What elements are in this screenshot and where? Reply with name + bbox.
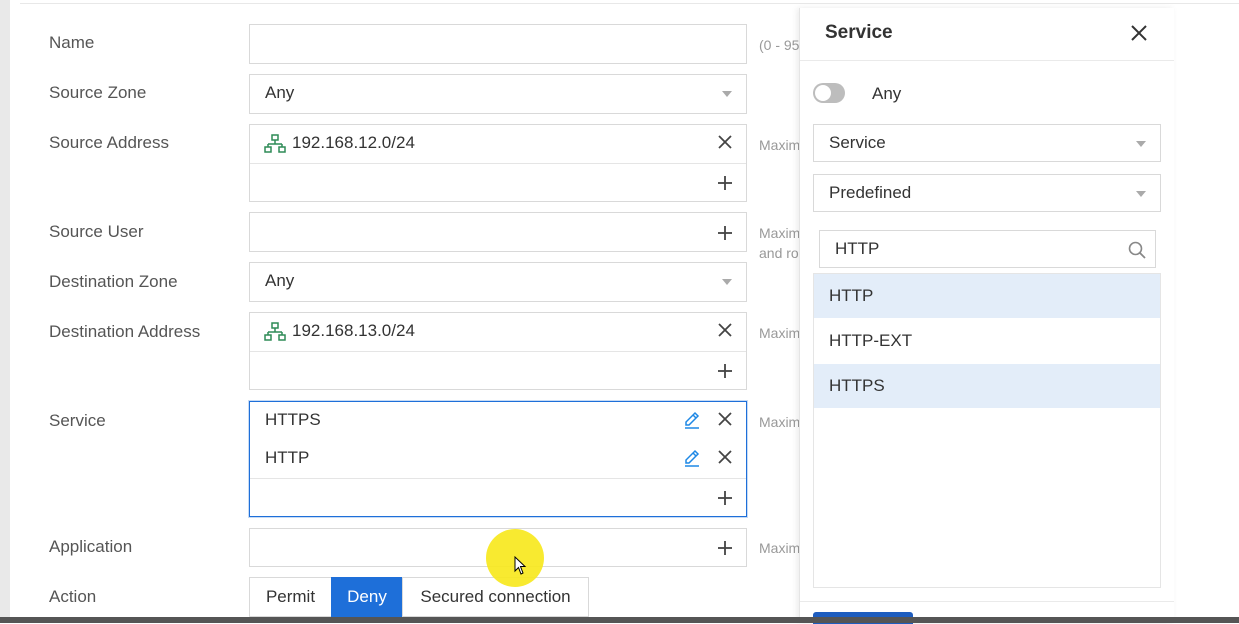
- service-results-list: HTTP HTTP-EXT HTTPS: [813, 273, 1161, 588]
- close-icon[interactable]: [716, 133, 734, 151]
- name-input[interactable]: [249, 24, 747, 64]
- name-label: Name: [49, 33, 95, 52]
- source-zone-value: Any: [265, 83, 295, 102]
- application-label: Application: [49, 537, 133, 556]
- service-label: Service: [49, 411, 106, 430]
- source-zone-label: Source Zone: [49, 83, 147, 102]
- service-search-input[interactable]: HTTP: [819, 230, 1156, 268]
- chevron-down-icon: [722, 279, 732, 285]
- source-address-add-row: [250, 163, 746, 202]
- action-deny-button[interactable]: Deny: [331, 577, 403, 617]
- service-search-value: HTTP: [835, 239, 880, 258]
- any-toggle[interactable]: [813, 83, 845, 103]
- application-hint: Maxim: [759, 540, 801, 556]
- plus-icon[interactable]: [716, 224, 734, 242]
- any-toggle-label: Any: [872, 84, 902, 103]
- destination-address-hint: Maxim: [759, 325, 801, 341]
- source-address-label: Source Address: [49, 133, 170, 152]
- top-divider: [20, 3, 1239, 4]
- plus-icon[interactable]: [716, 174, 734, 192]
- list-item[interactable]: HTTP-EXT: [814, 319, 1160, 363]
- action-permit-button[interactable]: Permit: [249, 577, 332, 617]
- drawer-header-divider: [800, 60, 1174, 61]
- list-item[interactable]: HTTP: [814, 274, 1160, 318]
- service-item-label: HTTPS: [265, 410, 321, 429]
- close-icon[interactable]: [1130, 24, 1148, 42]
- source-user-field: [249, 212, 747, 252]
- close-icon[interactable]: [716, 410, 734, 428]
- source-user-hint: Maxim: [759, 225, 801, 241]
- destination-address-add-row: [250, 351, 746, 390]
- chevron-down-icon: [1136, 141, 1146, 147]
- toggle-knob: [815, 85, 831, 101]
- source-user-hint-2: and ro: [759, 245, 799, 261]
- search-icon[interactable]: [1127, 240, 1147, 260]
- service-hint: Maxim: [759, 414, 801, 430]
- mouse-cursor-icon: [514, 556, 527, 575]
- source-zone-select[interactable]: Any: [249, 74, 747, 114]
- source-address-field: 192.168.12.0/24: [249, 124, 747, 202]
- service-category-select[interactable]: Predefined: [813, 174, 1161, 212]
- edit-icon[interactable]: [682, 448, 702, 468]
- plus-icon[interactable]: [716, 489, 734, 507]
- service-drawer: Service Any Service Predefined HTTP HTTP…: [799, 8, 1174, 624]
- destination-address-label: Destination Address: [49, 322, 201, 341]
- service-item: HTTPS: [250, 402, 746, 440]
- edit-icon[interactable]: [682, 410, 702, 430]
- destination-zone-select[interactable]: Any: [249, 262, 747, 302]
- plus-icon[interactable]: [716, 539, 734, 557]
- destination-address-value: 192.168.13.0/24: [292, 321, 415, 340]
- action-secured-connection-button[interactable]: Secured connection: [402, 577, 589, 617]
- source-address-value: 192.168.12.0/24: [292, 133, 415, 152]
- chevron-down-icon: [722, 91, 732, 97]
- left-gutter: [0, 0, 10, 623]
- source-address-hint: Maxim: [759, 137, 801, 153]
- network-object-icon: [264, 322, 286, 341]
- close-icon[interactable]: [716, 448, 734, 466]
- name-hint: (0 - 95: [759, 37, 800, 53]
- drawer-footer-divider: [800, 601, 1174, 602]
- plus-icon[interactable]: [716, 362, 734, 380]
- service-type-select[interactable]: Service: [813, 124, 1161, 162]
- close-icon[interactable]: [716, 321, 734, 339]
- service-type-value: Service: [829, 133, 886, 152]
- service-category-value: Predefined: [829, 183, 912, 202]
- bottom-bar: [0, 617, 1239, 623]
- action-label: Action: [49, 587, 97, 606]
- service-add-row: [250, 478, 746, 517]
- list-item[interactable]: HTTPS: [814, 364, 1160, 408]
- destination-zone-label: Destination Zone: [49, 272, 178, 291]
- destination-address-field: 192.168.13.0/24: [249, 312, 747, 390]
- network-object-icon: [264, 134, 286, 153]
- drawer-title: Service: [825, 22, 893, 43]
- destination-address-item: 192.168.13.0/24: [250, 313, 746, 351]
- chevron-down-icon: [1136, 191, 1146, 197]
- source-address-item: 192.168.12.0/24: [250, 125, 746, 163]
- service-item: HTTP: [250, 440, 746, 478]
- source-user-label: Source User: [49, 222, 144, 241]
- destination-zone-value: Any: [265, 271, 295, 290]
- service-field[interactable]: HTTPS HTTP: [249, 401, 747, 517]
- service-item-label: HTTP: [265, 448, 310, 467]
